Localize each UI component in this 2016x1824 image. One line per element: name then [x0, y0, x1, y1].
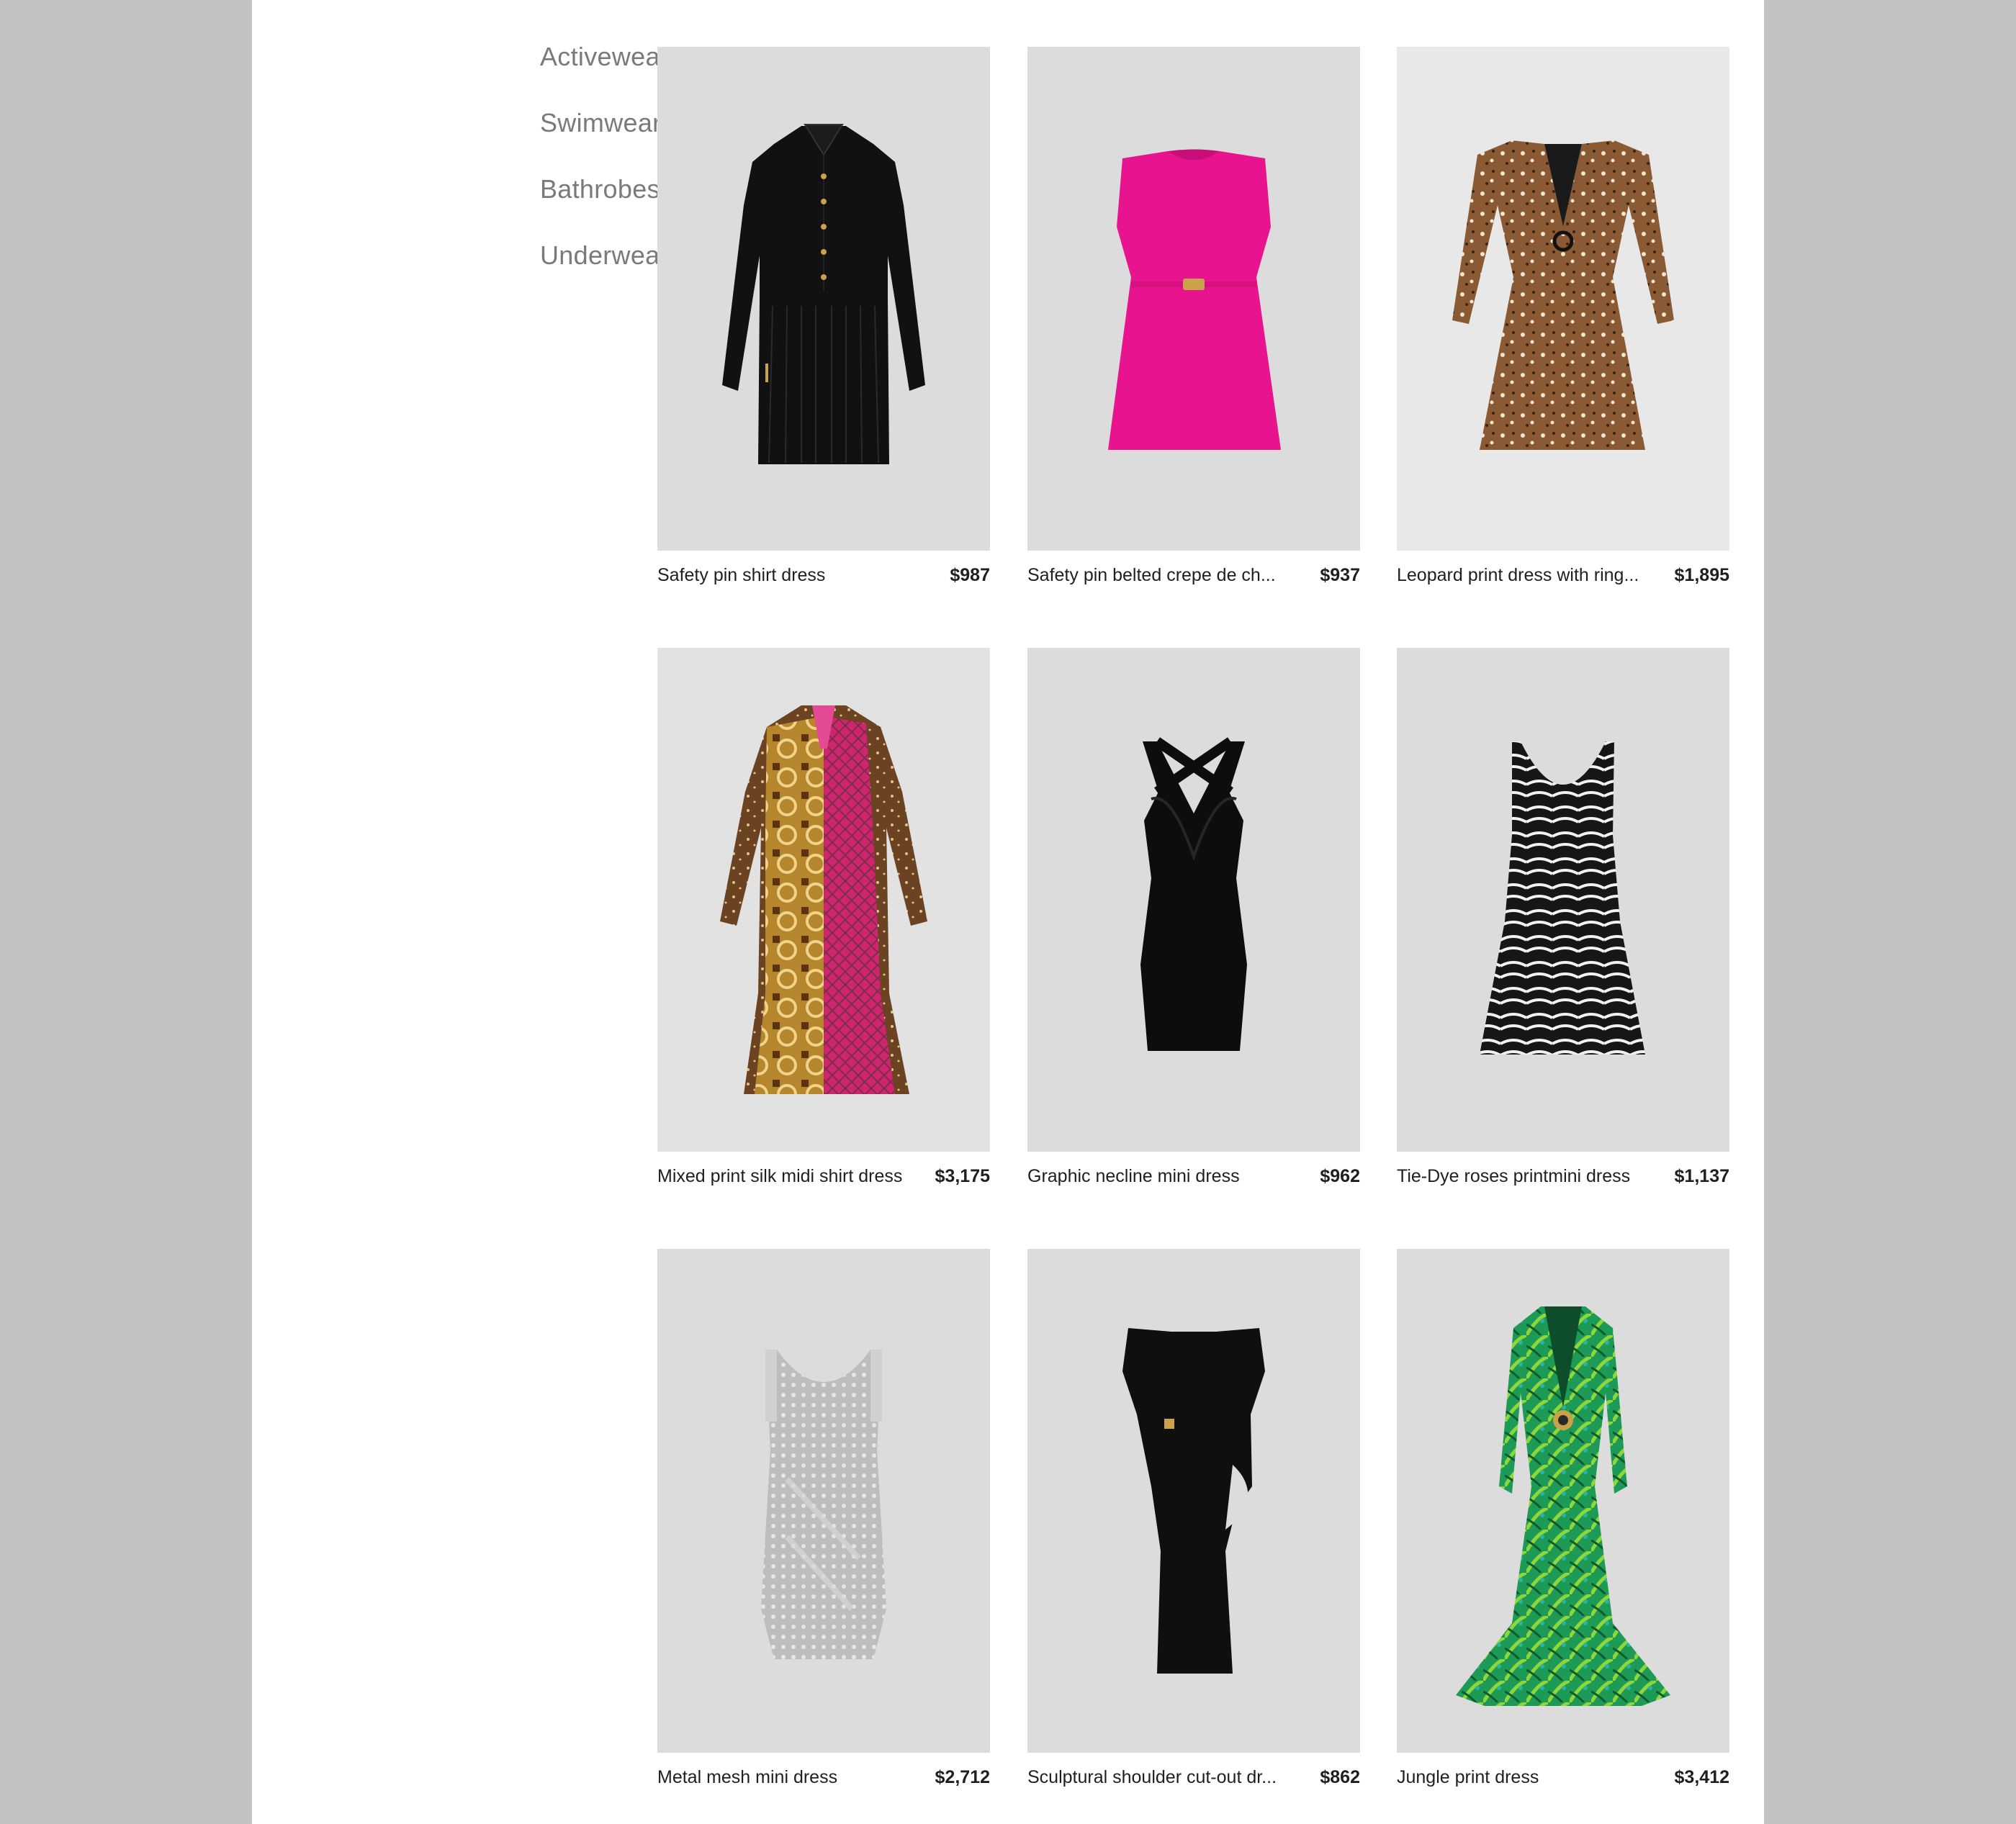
product-image-black-shirt-dress[interactable] — [657, 47, 990, 551]
product-image-zebra-print-dress[interactable] — [1397, 648, 1729, 1152]
product-name[interactable]: Tie-Dye roses printmini dress — [1397, 1166, 1656, 1187]
product-price: $862 — [1320, 1767, 1360, 1787]
product-card[interactable]: Tie-Dye roses printmini dress $1,137 — [1397, 648, 1729, 1186]
sidebar-item-activewear[interactable]: Activewear — [540, 42, 669, 72]
sidebar-item-bathrobes[interactable]: Bathrobes — [540, 174, 660, 204]
content-panel: Activewear Swimwear Bathrobes Underwear … — [252, 0, 1764, 1824]
product-card[interactable]: Mixed print silk midi shirt dress $3,175 — [657, 648, 990, 1186]
product-price: $3,175 — [935, 1166, 990, 1186]
product-price: $3,412 — [1674, 1767, 1729, 1787]
product-card[interactable]: Sculptural shoulder cut-out dr... $862 — [1027, 1249, 1360, 1787]
product-image-mixed-print-dress[interactable] — [657, 648, 990, 1152]
product-card[interactable]: Metal mesh mini dress $2,712 — [657, 1249, 990, 1787]
sidebar-item-swimwear[interactable]: Swimwear — [540, 108, 661, 138]
product-card[interactable]: Jungle print dress $3,412 — [1397, 1249, 1729, 1787]
product-name[interactable]: Jungle print dress — [1397, 1767, 1656, 1788]
product-card[interactable]: Leopard print dress with ring... $1,895 — [1397, 47, 1729, 585]
product-image-black-cutout-dress[interactable] — [1027, 1249, 1360, 1753]
product-image-jungle-print-dress[interactable] — [1397, 1249, 1729, 1753]
product-name[interactable]: Metal mesh mini dress — [657, 1767, 917, 1788]
product-card[interactable]: Safety pin shirt dress $987 — [657, 47, 990, 585]
product-name[interactable]: Safety pin belted crepe de ch... — [1027, 565, 1287, 586]
product-price: $987 — [950, 565, 990, 585]
product-image-leopard-dress[interactable] — [1397, 47, 1729, 551]
product-image-silver-mesh-dress[interactable] — [657, 1249, 990, 1753]
product-name[interactable]: Sculptural shoulder cut-out dr... — [1027, 1767, 1287, 1788]
product-image-pink-belted-dress[interactable] — [1027, 47, 1360, 551]
product-card[interactable]: Safety pin belted crepe de ch... $937 — [1027, 47, 1360, 585]
product-price: $1,895 — [1674, 565, 1729, 585]
product-name[interactable]: Graphic necline mini dress — [1027, 1166, 1287, 1187]
product-price: $962 — [1320, 1166, 1360, 1186]
product-name[interactable]: Leopard print dress with ring... — [1397, 565, 1656, 586]
product-price: $1,137 — [1674, 1166, 1729, 1186]
product-card[interactable]: Graphic necline mini dress $962 — [1027, 648, 1360, 1186]
product-name[interactable]: Safety pin shirt dress — [657, 565, 917, 586]
product-price: $937 — [1320, 565, 1360, 585]
product-price: $2,712 — [935, 1767, 990, 1787]
product-name[interactable]: Mixed print silk midi shirt dress — [657, 1166, 917, 1187]
product-image-black-mini-dress[interactable] — [1027, 648, 1360, 1152]
